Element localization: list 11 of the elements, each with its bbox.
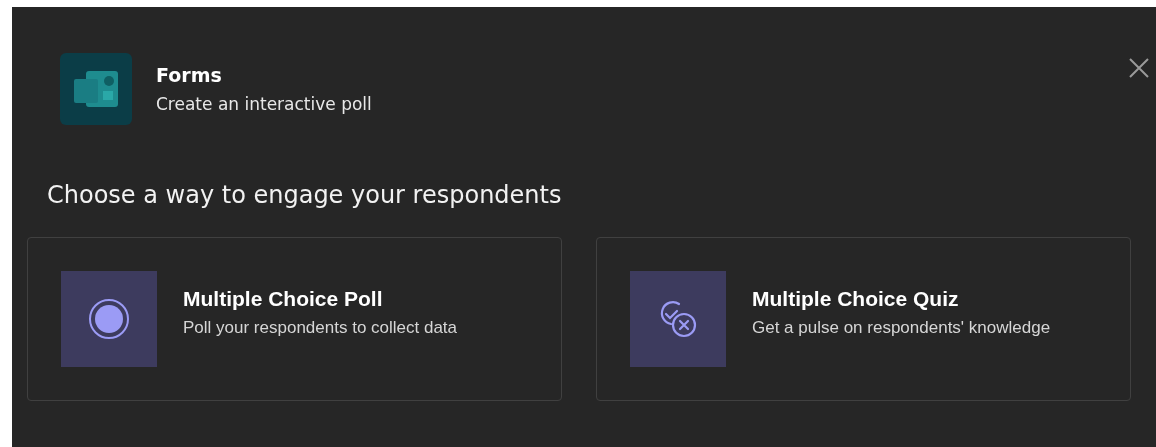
- option-title: Multiple Choice Poll: [183, 286, 384, 311]
- option-card[interactable]: Multiple Choice Poll Poll your respondents to collect data: [27, 237, 562, 401]
- option-description: Get a pulse on respondents' knowledge: [752, 316, 1051, 339]
- forms-app-icon: [60, 53, 132, 125]
- option-title: Multiple Choice Quiz: [752, 286, 960, 311]
- option-description: Poll your respondents to collect data: [183, 316, 458, 339]
- option-card[interactable]: Multiple Choice Quiz Get a pulse on respondents' knowledge: [596, 237, 1131, 401]
- app-subtitle: Create an interactive poll: [156, 94, 372, 114]
- app-name: Forms: [156, 64, 223, 86]
- radio-button-icon: [88, 298, 130, 340]
- section-heading: Choose a way to engage your respondents: [47, 181, 563, 209]
